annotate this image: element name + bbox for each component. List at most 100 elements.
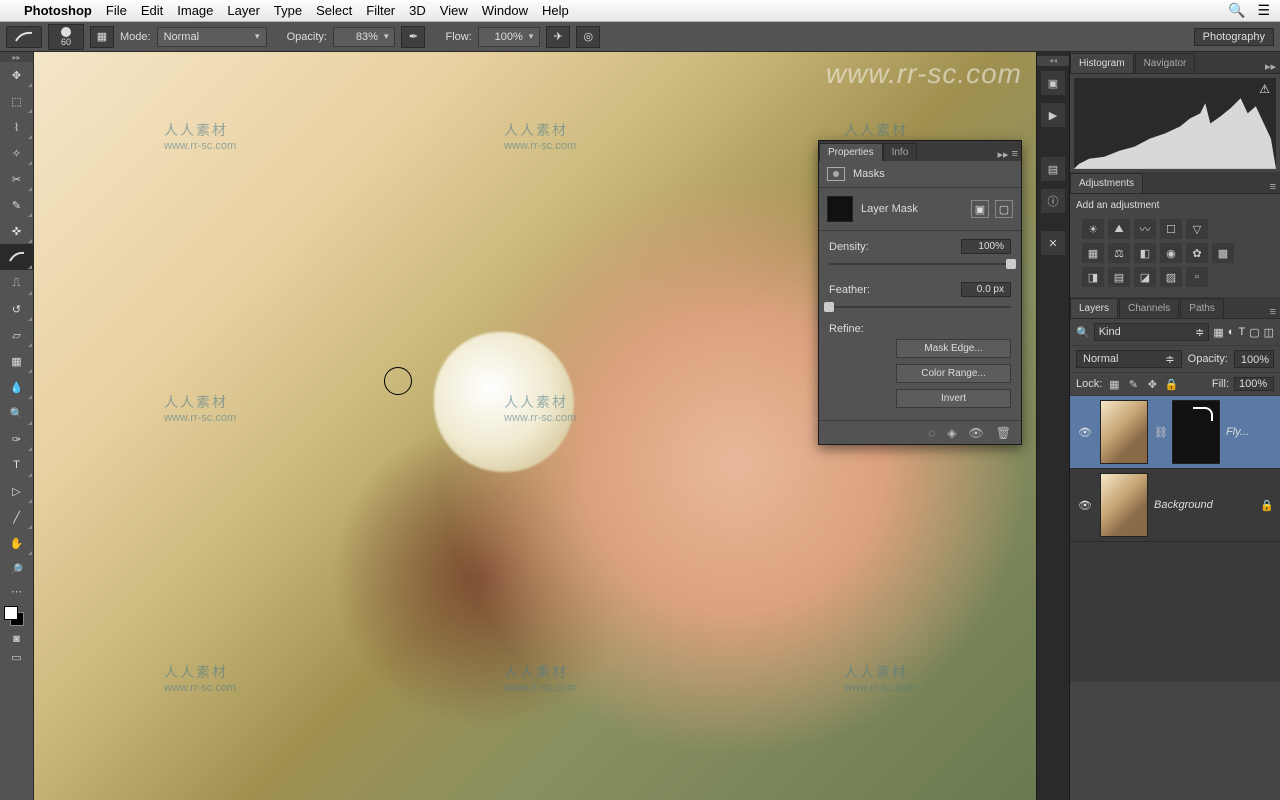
tab-info[interactable]: Info	[883, 143, 918, 161]
adj-photofilter-icon[interactable]: ◉	[1160, 243, 1182, 263]
current-tool-icon[interactable]	[6, 26, 42, 48]
adj-posterize-icon[interactable]: ▤	[1108, 267, 1130, 287]
menu-layer[interactable]: Layer	[227, 3, 260, 18]
pressure-size-icon[interactable]: ◎	[576, 26, 600, 48]
lock-pixels-icon[interactable]: ▦	[1107, 377, 1121, 391]
adj-vibrance-icon[interactable]: ▽	[1186, 219, 1208, 239]
layer-blend-dropdown[interactable]: Normal≑	[1076, 350, 1182, 368]
menu-help[interactable]: Help	[542, 3, 569, 18]
app-name[interactable]: Photoshop	[24, 3, 92, 18]
density-value[interactable]: 100%	[961, 239, 1011, 254]
link-icon[interactable]: ⛓	[1154, 426, 1166, 439]
toolbox-handle[interactable]: ▸▸	[0, 52, 33, 62]
lasso-tool[interactable]: ⌇	[0, 114, 33, 140]
layer-name[interactable]: Background	[1154, 499, 1254, 511]
flow-dropdown[interactable]: 100% ▾	[478, 27, 541, 47]
line-tool[interactable]: ╱	[0, 504, 33, 530]
adj-invert-icon[interactable]: ◨	[1082, 267, 1104, 287]
adj-exposure-icon[interactable]: ☐	[1160, 219, 1182, 239]
layer-thumb[interactable]	[1100, 473, 1148, 537]
delete-mask-icon[interactable]: 🗑	[996, 426, 1011, 440]
filter-smart-icon[interactable]: ◫	[1264, 326, 1274, 339]
panel-menu-icon[interactable]: ≡	[1266, 306, 1280, 318]
adj-hue-icon[interactable]: ▦	[1082, 243, 1104, 263]
pressure-opacity-icon[interactable]: ✒	[401, 26, 425, 48]
feather-slider[interactable]	[829, 301, 1011, 313]
disable-mask-icon[interactable]: 👁	[969, 426, 984, 440]
pen-tool[interactable]: ✑	[0, 426, 33, 452]
filter-shape-icon[interactable]: ▢	[1249, 326, 1259, 339]
visibility-icon[interactable]: 👁	[1076, 499, 1094, 512]
fill-value[interactable]: 100%	[1234, 377, 1274, 391]
layer-filter-dropdown[interactable]: Kind≑	[1094, 323, 1210, 341]
adj-bw-icon[interactable]: ◧	[1134, 243, 1156, 263]
tab-layers[interactable]: Layers	[1070, 298, 1118, 318]
adj-curves-icon[interactable]: 〰	[1134, 219, 1156, 239]
menu-extras-icon[interactable]: ☰	[1257, 2, 1270, 19]
dock-icon-close[interactable]: ✕	[1040, 230, 1066, 256]
layer-opacity-value[interactable]: 100%	[1234, 350, 1274, 368]
layer-mask-preview[interactable]	[827, 196, 853, 222]
tab-channels[interactable]: Channels	[1119, 298, 1179, 318]
lock-move-icon[interactable]: ✥	[1145, 377, 1159, 391]
adj-channelmixer-icon[interactable]: ✿	[1186, 243, 1208, 263]
layer-filter-icon[interactable]: 🔍	[1076, 326, 1090, 339]
menu-window[interactable]: Window	[482, 3, 528, 18]
brush-preset-picker[interactable]: 60	[48, 24, 84, 50]
crop-tool[interactable]: ✂	[0, 166, 33, 192]
dock-icon-history[interactable]: ▤	[1040, 156, 1066, 182]
density-slider[interactable]	[829, 258, 1011, 270]
search-icon[interactable]: 🔍	[1228, 2, 1245, 19]
layer-row[interactable]: 👁 ⛓ Fly...	[1070, 396, 1280, 469]
path-selection-tool[interactable]: ▷	[0, 478, 33, 504]
pixel-mask-icon[interactable]: ▣	[971, 200, 989, 218]
visibility-icon[interactable]: 👁	[1076, 426, 1094, 439]
brush-tool[interactable]	[0, 244, 33, 270]
menu-select[interactable]: Select	[316, 3, 352, 18]
brush-panel-toggle-icon[interactable]: ▦	[90, 26, 114, 48]
quickmask-icon[interactable]: ◙	[0, 630, 33, 648]
color-range-button[interactable]: Color Range...	[896, 364, 1011, 383]
adj-brightness-icon[interactable]: ☀	[1082, 219, 1104, 239]
move-tool[interactable]: ✥	[0, 62, 33, 88]
dock-icon-play[interactable]: ▶	[1040, 102, 1066, 128]
apply-mask-icon[interactable]: ◈	[947, 426, 956, 440]
eyedropper-tool[interactable]: ✎	[0, 192, 33, 218]
menu-filter[interactable]: Filter	[366, 3, 395, 18]
histogram-warning-icon[interactable]: ⚠	[1259, 82, 1270, 96]
vector-mask-icon[interactable]: ▢	[995, 200, 1013, 218]
menu-edit[interactable]: Edit	[141, 3, 163, 18]
gradient-tool[interactable]: ▦	[0, 348, 33, 374]
adj-levels-icon[interactable]: ⛰	[1108, 219, 1130, 239]
blend-mode-dropdown[interactable]: Normal ▾	[157, 27, 267, 47]
mask-edge-button[interactable]: Mask Edge...	[896, 339, 1011, 358]
slider-knob[interactable]	[1006, 259, 1016, 269]
panel-menu-icon[interactable]: ≡	[1266, 181, 1280, 193]
blur-tool[interactable]: 💧	[0, 374, 33, 400]
panel-menu-icon[interactable]: ≡	[1012, 148, 1018, 161]
menu-3d[interactable]: 3D	[409, 3, 426, 18]
panel-menu-icon[interactable]: ▸▸	[1261, 60, 1280, 73]
feather-value[interactable]: 0.0 px	[961, 282, 1011, 297]
dock-icon-frame[interactable]: ▣	[1040, 70, 1066, 96]
eraser-tool[interactable]: ▱	[0, 322, 33, 348]
layer-name[interactable]: Fly...	[1226, 426, 1274, 438]
adj-threshold-icon[interactable]: ◪	[1134, 267, 1156, 287]
healing-brush-tool[interactable]: ✜	[0, 218, 33, 244]
workspace-switcher[interactable]: Photography	[1194, 28, 1274, 46]
menu-file[interactable]: File	[106, 3, 127, 18]
zoom-tool[interactable]: 🔎	[0, 556, 33, 582]
properties-panel[interactable]: Properties Info ▸▸ ≡ Masks Layer Mask ▣ …	[818, 140, 1022, 445]
adj-selective-icon[interactable]: ▫	[1186, 267, 1208, 287]
adj-gradientmap-icon[interactable]: ▨	[1160, 267, 1182, 287]
foreground-color[interactable]	[4, 606, 18, 620]
layer-row[interactable]: 👁 Background 🔒	[1070, 469, 1280, 542]
clone-stamp-tool[interactable]: ⎍	[0, 270, 33, 296]
layer-thumb[interactable]	[1100, 400, 1148, 464]
collapse-icon[interactable]: ▸▸	[998, 148, 1009, 161]
tab-histogram[interactable]: Histogram	[1070, 53, 1134, 73]
dock-icon-info[interactable]: ⓘ	[1040, 188, 1066, 214]
lock-all-icon[interactable]: 🔒	[1164, 377, 1178, 391]
type-tool[interactable]: T	[0, 452, 33, 478]
marquee-tool[interactable]: ⬚	[0, 88, 33, 114]
